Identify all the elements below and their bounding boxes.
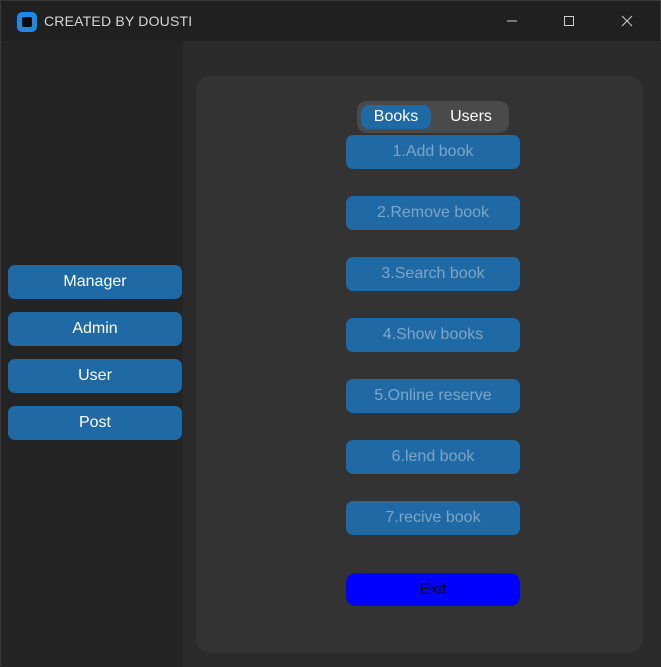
minimize-icon — [507, 20, 517, 22]
show-books-button[interactable]: 4.Show books — [346, 318, 520, 352]
app-icon — [17, 12, 37, 32]
user-button[interactable]: User — [8, 359, 182, 393]
app-window: CREATED BY DOUSTI Manager Admin User Pos… — [0, 0, 661, 667]
window-title: CREATED BY DOUSTI — [44, 13, 193, 29]
remove-book-button[interactable]: 2.Remove book — [346, 196, 520, 230]
add-book-button[interactable]: 1.Add book — [346, 135, 520, 169]
receive-book-button[interactable]: 7.recive book — [346, 501, 520, 535]
books-panel: Books Users 1.Add book 2.Remove book 3.S… — [196, 76, 643, 653]
tab-books[interactable]: Books — [361, 105, 431, 129]
exit-button[interactable]: Exit — [346, 573, 520, 606]
search-book-button[interactable]: 3.Search book — [346, 257, 520, 291]
close-button[interactable] — [604, 5, 650, 37]
tab-users[interactable]: Users — [437, 105, 505, 129]
main-area: Books Users 1.Add book 2.Remove book 3.S… — [183, 41, 661, 667]
sidebar: Manager Admin User Post — [1, 41, 183, 667]
manager-button[interactable]: Manager — [8, 265, 182, 299]
minimize-button[interactable] — [489, 5, 535, 37]
tab-selector: Books Users — [357, 101, 509, 133]
lend-book-button[interactable]: 6.lend book — [346, 440, 520, 474]
post-button[interactable]: Post — [8, 406, 182, 440]
maximize-icon — [564, 16, 574, 26]
online-reserve-button[interactable]: 5.Online reserve — [346, 379, 520, 413]
title-bar[interactable]: CREATED BY DOUSTI — [1, 1, 660, 41]
maximize-button[interactable] — [546, 5, 592, 37]
admin-button[interactable]: Admin — [8, 312, 182, 346]
close-icon — [621, 15, 633, 27]
